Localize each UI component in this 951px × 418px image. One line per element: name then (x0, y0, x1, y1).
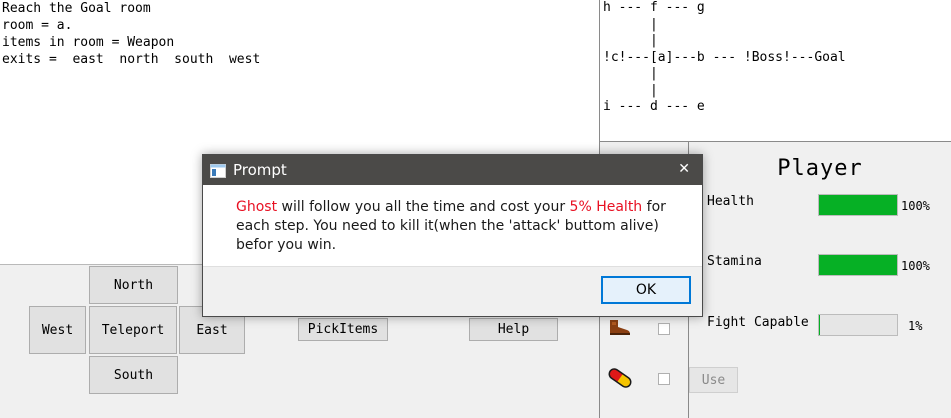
pick-items-button[interactable]: PickItems (298, 318, 388, 341)
stamina-bar-fill (819, 255, 897, 275)
prompt-dialog: Prompt ✕ Ghost will follow you all the t… (202, 154, 703, 317)
stamina-label: Stamina (707, 254, 762, 269)
boot-checkbox[interactable] (658, 323, 670, 335)
window-icon (210, 163, 226, 182)
pill-capsule-icon (607, 366, 633, 394)
fight-capable-bar (818, 314, 898, 336)
help-button[interactable]: Help (469, 318, 558, 341)
dialog-message: Ghost will follow you all the time and c… (236, 198, 686, 255)
map-line: | (603, 66, 658, 81)
fight-capable-bar-fill (819, 315, 820, 335)
teleport-button[interactable]: Teleport (89, 306, 177, 354)
west-button[interactable]: West (29, 306, 86, 354)
fight-capable-label: Fight Capable (707, 315, 809, 330)
map-line: | (603, 82, 658, 98)
stamina-bar (818, 254, 898, 276)
room-map: h --- f --- g | | !c!---[a]---b --- !Bos… (599, 0, 951, 142)
ghost-highlight: Ghost (236, 199, 278, 215)
health-cost-highlight: 5% Health (569, 199, 643, 215)
message-text: will follow you all the time and cost yo… (277, 199, 570, 215)
dialog-footer: OK (203, 266, 702, 316)
map-line: | (603, 33, 658, 48)
health-bar-fill (819, 195, 897, 215)
use-button[interactable]: Use (689, 367, 738, 393)
ok-button[interactable]: OK (601, 276, 691, 304)
stamina-percent: 100% (901, 259, 930, 273)
console-line: room = a. (2, 18, 73, 33)
south-button[interactable]: South (89, 356, 178, 394)
fight-capable-percent: 1% (908, 319, 923, 333)
north-button[interactable]: North (89, 266, 178, 304)
health-percent: 100% (901, 199, 930, 213)
boot-icon (607, 318, 631, 340)
map-line: !c!---[a]---b --- !Boss!---Goal (603, 49, 846, 65)
map-line: h --- f --- g (603, 0, 705, 15)
console-line: Reach the Goal room (2, 1, 151, 16)
map-line: | (603, 16, 658, 32)
health-label: Health (707, 194, 754, 209)
health-bar (818, 194, 898, 216)
map-line: i --- d --- e (603, 99, 705, 114)
dialog-titlebar: Prompt ✕ (203, 155, 702, 185)
console-line: exits = east north south west (2, 52, 261, 67)
dialog-title: Prompt (233, 161, 287, 179)
console-line: items in room = Weapon (2, 35, 175, 50)
pill-checkbox[interactable] (658, 373, 670, 385)
player-panel: Player Health 100% Stamina 100% Fight Ca… (689, 142, 951, 418)
player-title: Player (777, 156, 863, 181)
close-icon[interactable]: ✕ (678, 161, 690, 177)
